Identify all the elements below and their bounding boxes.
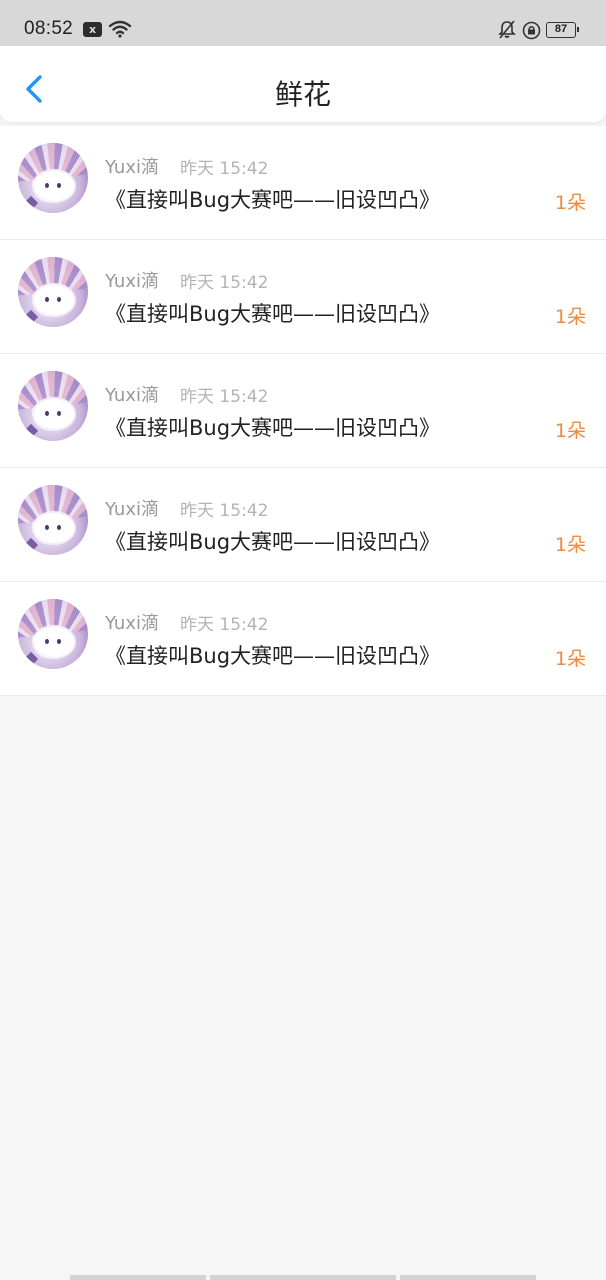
rotation-lock-icon <box>522 21 541 44</box>
flower-count: 1朵 <box>554 534 586 556</box>
avatar[interactable] <box>18 485 88 555</box>
list-item[interactable]: Yuxi滴 昨天 15:42 《直接叫Bug大赛吧——旧设凹凸》 1朵 <box>0 240 606 354</box>
bell-muted-icon <box>497 20 517 44</box>
username[interactable]: Yuxi滴 <box>105 153 159 179</box>
timestamp: 昨天 15:42 <box>180 387 269 407</box>
avatar[interactable] <box>18 257 88 327</box>
username[interactable]: Yuxi滴 <box>105 267 159 293</box>
post-title[interactable]: 《直接叫Bug大赛吧——旧设凹凸》 <box>105 298 440 328</box>
navigation-bar: 鲜花 <box>0 46 606 122</box>
list-item[interactable]: Yuxi滴 昨天 15:42 《直接叫Bug大赛吧——旧设凹凸》 1朵 <box>0 582 606 696</box>
timestamp: 昨天 15:42 <box>180 273 269 293</box>
flower-count: 1朵 <box>554 306 586 328</box>
post-title[interactable]: 《直接叫Bug大赛吧——旧设凹凸》 <box>105 184 440 214</box>
avatar[interactable] <box>18 599 88 669</box>
notification-x-icon: x <box>83 22 102 37</box>
flower-count: 1朵 <box>554 648 586 670</box>
home-indicator-center <box>210 1275 396 1280</box>
post-title[interactable]: 《直接叫Bug大赛吧——旧设凹凸》 <box>105 526 440 556</box>
post-title[interactable]: 《直接叫Bug大赛吧——旧设凹凸》 <box>105 412 440 442</box>
username[interactable]: Yuxi滴 <box>105 381 159 407</box>
flower-count: 1朵 <box>554 192 586 214</box>
avatar[interactable] <box>18 371 88 441</box>
status-bar: 08:52 x 87 <box>0 0 606 46</box>
home-indicator-left <box>70 1275 206 1280</box>
username[interactable]: Yuxi滴 <box>105 495 159 521</box>
post-title[interactable]: 《直接叫Bug大赛吧——旧设凹凸》 <box>105 640 440 670</box>
flower-count: 1朵 <box>554 420 586 442</box>
list-item[interactable]: Yuxi滴 昨天 15:42 《直接叫Bug大赛吧——旧设凹凸》 1朵 <box>0 468 606 582</box>
timestamp: 昨天 15:42 <box>180 501 269 521</box>
wifi-icon <box>108 20 132 42</box>
username[interactable]: Yuxi滴 <box>105 609 159 635</box>
list-item[interactable]: Yuxi滴 昨天 15:42 《直接叫Bug大赛吧——旧设凹凸》 1朵 <box>0 354 606 468</box>
flower-list: Yuxi滴 昨天 15:42 《直接叫Bug大赛吧——旧设凹凸》 1朵 Yuxi… <box>0 126 606 696</box>
timestamp: 昨天 15:42 <box>180 159 269 179</box>
status-time: 08:52 <box>24 18 74 39</box>
page-title: 鲜花 <box>274 78 331 111</box>
home-indicator-right <box>400 1275 536 1280</box>
timestamp: 昨天 15:42 <box>180 615 269 635</box>
avatar[interactable] <box>18 143 88 213</box>
list-item[interactable]: Yuxi滴 昨天 15:42 《直接叫Bug大赛吧——旧设凹凸》 1朵 <box>0 126 606 240</box>
battery-icon: 87 <box>546 22 579 38</box>
